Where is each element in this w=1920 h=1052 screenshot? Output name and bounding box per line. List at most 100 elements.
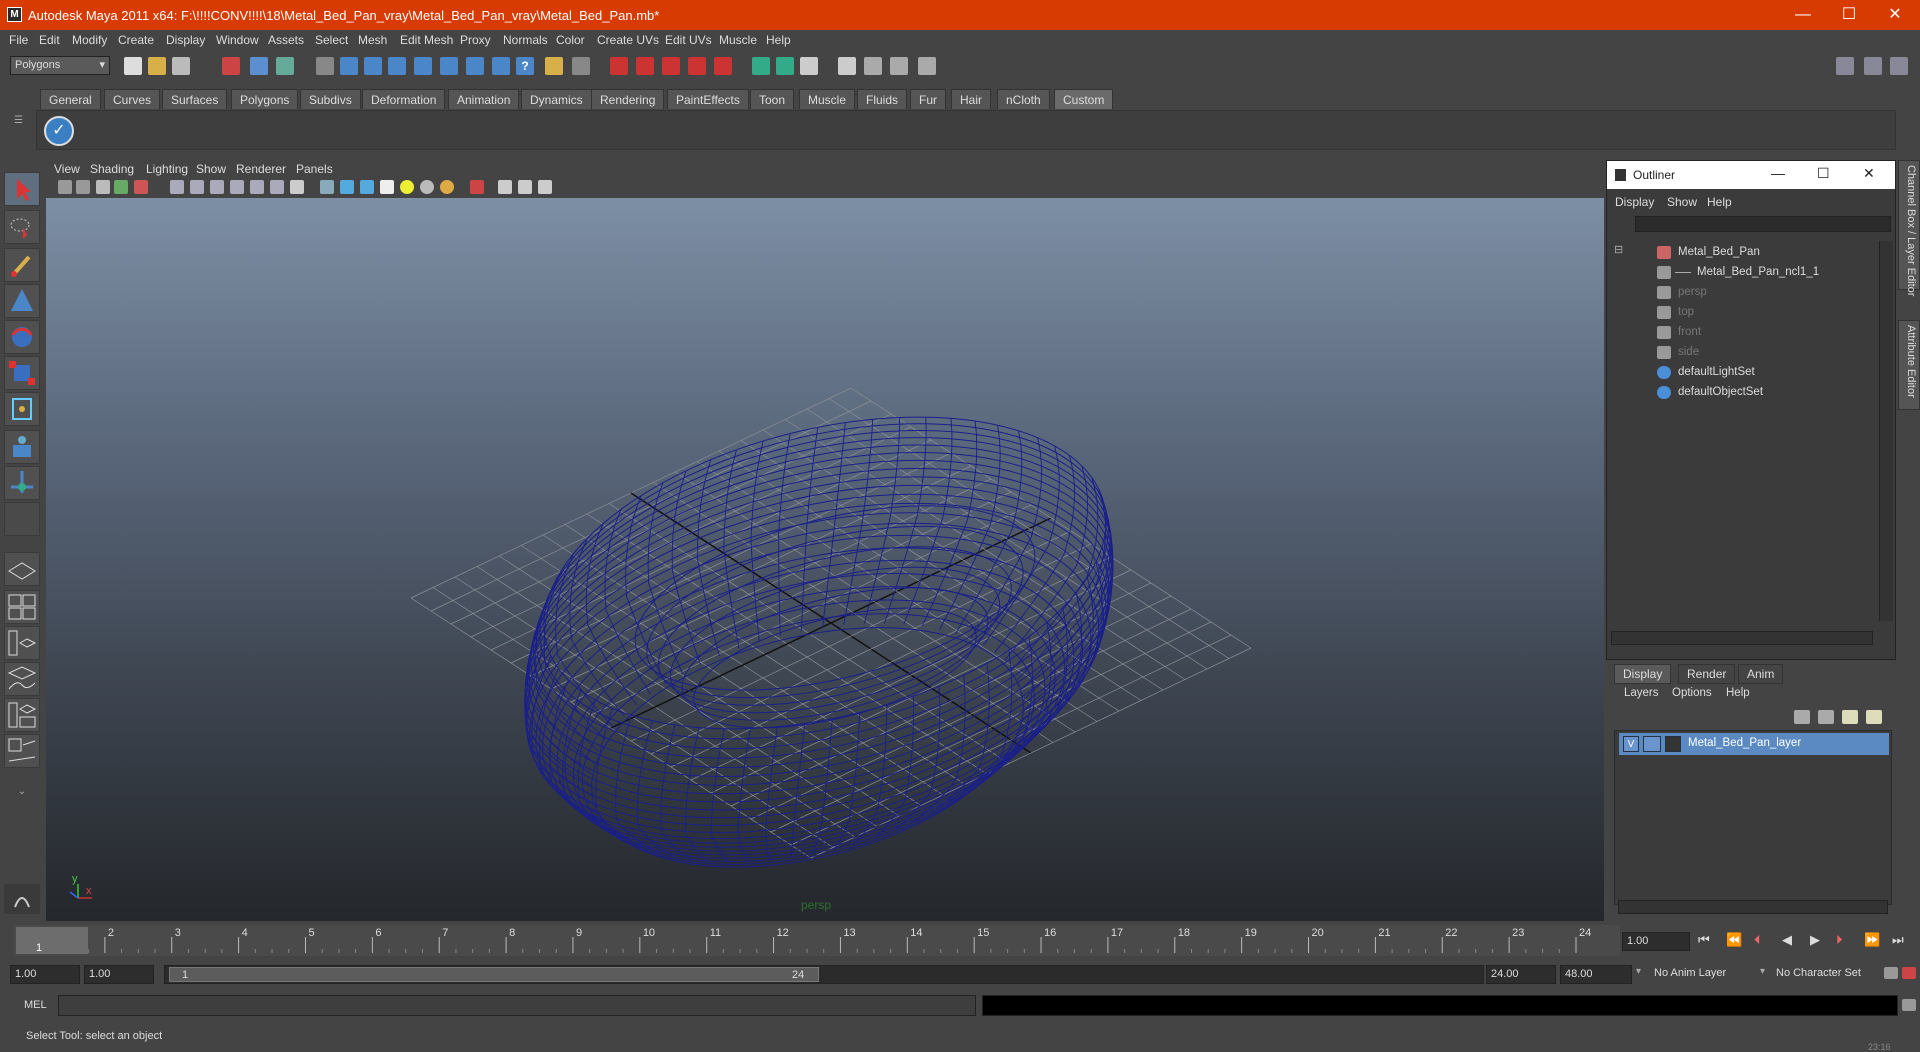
- outliner-item[interactable]: Metal_Bed_Pan_ncl1_1: [1613, 263, 1883, 283]
- panel-menu-lighting[interactable]: Lighting: [146, 162, 188, 176]
- layout-outliner-icon[interactable]: [4, 626, 40, 660]
- playback-end-field[interactable]: 24.00: [1486, 965, 1556, 984]
- layer-tab-anim[interactable]: Anim: [1738, 664, 1784, 684]
- xray-joints-icon[interactable]: [518, 180, 532, 194]
- char-set-chevron-icon[interactable]: ▾: [1760, 966, 1765, 977]
- tab-dynamics[interactable]: Dynamics: [521, 89, 592, 109]
- layout-persp-graph-icon[interactable]: [4, 734, 40, 768]
- outliner-hscrollbar[interactable]: [1611, 631, 1873, 645]
- script-editor-icon[interactable]: [838, 57, 856, 75]
- lock-icon[interactable]: [545, 57, 563, 75]
- grease-pencil-icon[interactable]: [134, 180, 148, 194]
- tab-painteffects[interactable]: PaintEffects: [667, 89, 749, 109]
- outliner-vscrollbar[interactable]: [1879, 241, 1893, 621]
- menu-display[interactable]: Display: [166, 33, 205, 47]
- menu-modify[interactable]: Modify: [72, 33, 107, 47]
- tab-curves[interactable]: Curves: [104, 89, 161, 109]
- isolate-select-icon[interactable]: [470, 180, 484, 194]
- outliner-item[interactable]: defaultLightSet: [1613, 363, 1883, 383]
- play-backwards-icon[interactable]: ◀: [1782, 932, 1792, 948]
- paint-select-icon[interactable]: [4, 248, 40, 282]
- menu-normals[interactable]: Normals: [503, 33, 548, 47]
- menu-edit-mesh[interactable]: Edit Mesh: [400, 33, 453, 47]
- outliner-close-button[interactable]: ✕: [1863, 165, 1875, 182]
- hypershade-icon[interactable]: [688, 57, 706, 75]
- outliner-minimize-button[interactable]: —: [1771, 165, 1785, 181]
- tab-ncloth[interactable]: nCloth: [997, 89, 1050, 109]
- command-input[interactable]: [58, 995, 976, 1016]
- step-forward-icon[interactable]: ⏩: [1864, 932, 1880, 948]
- auto-key-icon[interactable]: [1884, 967, 1898, 979]
- tab-toon[interactable]: Toon: [750, 89, 795, 109]
- film-icon[interactable]: [890, 57, 908, 75]
- step-back-icon[interactable]: ⏪: [1726, 932, 1742, 948]
- step-forward-key-icon[interactable]: ⏵: [1836, 932, 1843, 948]
- menu-mesh[interactable]: Mesh: [358, 33, 387, 47]
- open-scene-icon[interactable]: [148, 57, 166, 75]
- input-line-icon[interactable]: [752, 57, 770, 75]
- render-current-icon[interactable]: [610, 57, 628, 75]
- start-time-field[interactable]: 1.00: [10, 965, 80, 984]
- menu-edit-uvs[interactable]: Edit UVs: [665, 33, 712, 47]
- select-object-icon[interactable]: [250, 57, 268, 75]
- checkmark-icon[interactable]: ✓: [44, 116, 74, 146]
- outliner-item[interactable]: persp: [1613, 283, 1883, 303]
- menu-assets[interactable]: Assets: [268, 33, 304, 47]
- outliner-menu-help[interactable]: Help: [1707, 195, 1732, 209]
- layout-hypergraph-icon[interactable]: [4, 698, 40, 732]
- manipulator-tool-icon[interactable]: [4, 392, 40, 426]
- grid-icon[interactable]: [170, 180, 184, 194]
- tab-fluids[interactable]: Fluids: [857, 89, 908, 109]
- step-back-key-icon[interactable]: ⏴: [1754, 932, 1761, 948]
- tab-fur[interactable]: Fur: [910, 89, 946, 109]
- snap-point-icon[interactable]: [388, 57, 406, 75]
- help-icon[interactable]: ?: [516, 57, 534, 75]
- go-to-end-icon[interactable]: ⏭: [1892, 932, 1904, 948]
- xray-icon[interactable]: [498, 180, 512, 194]
- maximize-button[interactable]: ☐: [1826, 0, 1872, 30]
- tab-polygons[interactable]: Polygons: [231, 89, 299, 109]
- layer-menu-options[interactable]: Options: [1672, 687, 1712, 699]
- film-gate-icon[interactable]: [190, 180, 204, 194]
- scene-canvas[interactable]: y x: [46, 198, 1604, 921]
- snap-curve-icon[interactable]: [364, 57, 382, 75]
- layout-graph-icon[interactable]: [4, 662, 40, 696]
- toggle-tool-settings-icon[interactable]: [1864, 57, 1882, 75]
- layer-tab-render[interactable]: Render: [1678, 664, 1736, 684]
- snap-live-icon[interactable]: [466, 57, 484, 75]
- menu-muscle[interactable]: Muscle: [719, 33, 757, 47]
- layer-menu-help[interactable]: Help: [1726, 687, 1750, 699]
- tab-custom[interactable]: Custom: [1054, 89, 1114, 109]
- time-slider[interactable]: 123456789101112131415161718192021222324 …: [14, 925, 1620, 956]
- rename-icon[interactable]: [776, 57, 794, 75]
- clipboard-icon[interactable]: [800, 57, 818, 75]
- menu-select[interactable]: Select: [315, 33, 348, 47]
- channel-box-side-tab[interactable]: Channel Box / Layer Editor: [1898, 160, 1920, 296]
- camera-icon[interactable]: [58, 180, 72, 194]
- anim-layer-chevron-icon[interactable]: ▾: [1636, 966, 1641, 977]
- anim-layer-select[interactable]: No Anim Layer: [1650, 965, 1758, 984]
- layer-color-swatch[interactable]: [1665, 736, 1681, 752]
- menu-file[interactable]: File: [9, 33, 28, 47]
- input-output-icon[interactable]: [572, 57, 590, 75]
- layer-row[interactable]: V Metal_Bed_Pan_layer: [1619, 733, 1889, 755]
- chevron-down-icon[interactable]: ⌄: [12, 786, 32, 800]
- toggle-channel-box-icon[interactable]: [1890, 57, 1908, 75]
- render-view-icon[interactable]: [714, 57, 732, 75]
- select-tool-icon[interactable]: [4, 172, 40, 206]
- default-light-icon[interactable]: [400, 180, 414, 194]
- gate-mask-icon[interactable]: [230, 180, 244, 194]
- new-layer-from-selection-icon[interactable]: [1866, 710, 1882, 724]
- tab-surfaces[interactable]: Surfaces: [162, 89, 228, 109]
- move-tool-icon[interactable]: [4, 284, 40, 318]
- script-editor-icon[interactable]: [1902, 999, 1916, 1011]
- hud-icon[interactable]: [290, 180, 304, 194]
- layer-hscrollbar[interactable]: [1618, 900, 1888, 914]
- field-chart-icon[interactable]: [250, 180, 264, 194]
- menu-proxy[interactable]: Proxy: [460, 33, 491, 47]
- wire-on-shaded-icon[interactable]: [360, 180, 374, 194]
- script-icon[interactable]: [4, 884, 40, 914]
- attribute-editor-side-tab[interactable]: Attribute Editor: [1898, 320, 1920, 410]
- metal-bed-pan-wireframe[interactable]: [491, 364, 1147, 908]
- outliner-item[interactable]: front: [1613, 323, 1883, 343]
